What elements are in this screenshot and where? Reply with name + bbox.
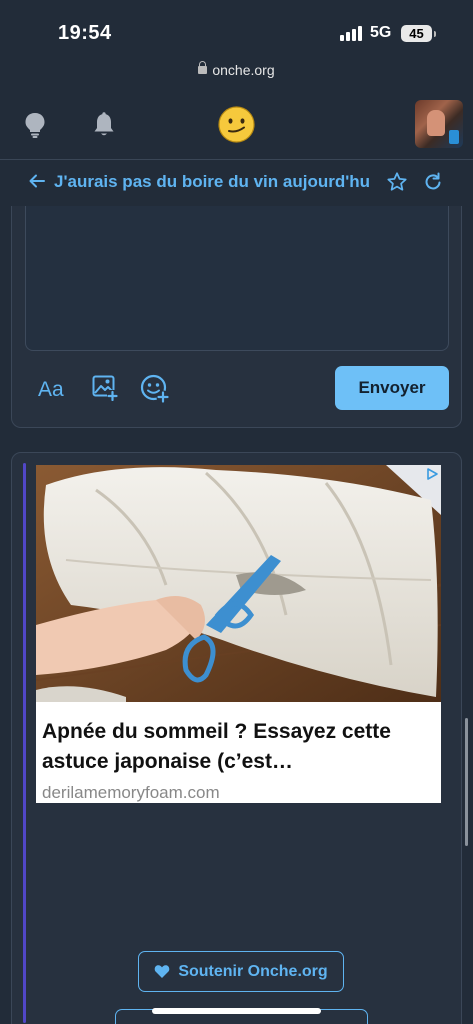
reply-editor: Aa Envoyer [11, 206, 462, 428]
arrow-left-icon[interactable] [28, 172, 46, 195]
site-header [0, 96, 473, 158]
scrollbar[interactable] [465, 718, 468, 846]
avatar[interactable] [415, 100, 463, 148]
signal-icon [340, 26, 362, 41]
clock: 19:54 [58, 22, 112, 44]
message-textarea[interactable] [25, 206, 449, 351]
ad-image[interactable] [36, 465, 441, 702]
lock-icon [198, 61, 208, 74]
ad-headline[interactable]: Apnée du sommeil ? Essayez cette astuce … [42, 717, 437, 777]
emoji-logo[interactable] [218, 106, 255, 143]
text-format-button[interactable]: Aa [38, 378, 64, 402]
star-icon[interactable] [386, 171, 408, 198]
refresh-icon[interactable] [423, 172, 443, 197]
post-accent-bar [23, 463, 26, 1023]
home-indicator[interactable] [152, 1008, 321, 1014]
status-bar: 19:54 5G 45 [0, 0, 473, 58]
post-card: Apnée du sommeil ? Essayez cette astuce … [11, 452, 462, 1024]
ad-banner[interactable]: Apnée du sommeil ? Essayez cette astuce … [36, 465, 441, 803]
lightbulb-icon[interactable] [24, 112, 46, 143]
support-label: Soutenir Onche.org [178, 962, 328, 980]
address-bar[interactable]: onche.org [0, 61, 473, 78]
ad-domain[interactable]: derilamemoryfoam.com [42, 783, 220, 803]
battery-icon: 45 [401, 25, 436, 42]
topic-bar: J'aurais pas du boire du vin aujourd'hu [0, 160, 473, 206]
url-text: onche.org [212, 62, 275, 78]
bell-icon[interactable] [93, 112, 115, 143]
topic-title[interactable]: J'aurais pas du boire du vin aujourd'hu [54, 172, 370, 192]
image-add-icon[interactable] [92, 375, 118, 406]
network-type: 5G [370, 24, 392, 41]
heart-icon [155, 965, 170, 978]
emoji-add-icon[interactable] [140, 374, 170, 409]
send-button[interactable]: Envoyer [335, 366, 449, 410]
ad-choices-icon[interactable] [425, 467, 439, 486]
support-button[interactable]: Soutenir Onche.org [138, 951, 344, 992]
